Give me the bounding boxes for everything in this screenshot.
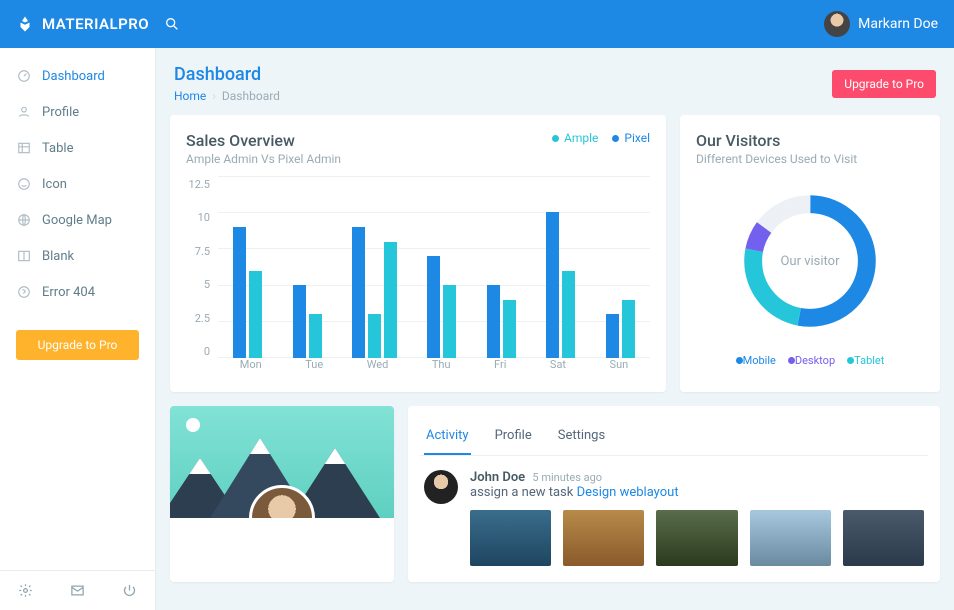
thumbnail[interactable] xyxy=(470,510,551,566)
sidebar: Dashboard Profile Table Icon Google Map … xyxy=(0,48,156,610)
tab-settings[interactable]: Settings xyxy=(556,418,607,455)
table-icon xyxy=(16,140,32,156)
activity-item: John Doe 5 minutes ago assign a new task… xyxy=(424,470,924,566)
activity-time: 5 minutes ago xyxy=(532,471,602,484)
power-icon xyxy=(122,583,137,598)
thumbnail[interactable] xyxy=(750,510,831,566)
sidebar-item-label: Icon xyxy=(42,177,67,192)
profile-cover xyxy=(170,406,394,518)
user-menu[interactable]: Markarn Doe xyxy=(824,11,938,37)
search-icon xyxy=(164,16,180,32)
sidebar-item-label: Blank xyxy=(42,249,74,264)
sidebar-item-label: Profile xyxy=(42,105,79,120)
help-icon xyxy=(16,284,32,300)
logout-button[interactable] xyxy=(122,583,137,598)
visitors-title: Our Visitors xyxy=(696,131,924,150)
settings-button[interactable] xyxy=(18,583,33,598)
sales-overview-card: Sales Overview Ample Admin Vs Pixel Admi… xyxy=(170,115,666,392)
sales-subtitle: Ample Admin Vs Pixel Admin xyxy=(186,152,341,166)
page-title: Dashboard xyxy=(174,64,280,85)
activity-user-name: John Doe xyxy=(470,470,525,485)
nav-list: Dashboard Profile Table Icon Google Map … xyxy=(0,48,155,320)
sidebar-item-error-404[interactable]: Error 404 xyxy=(0,274,155,310)
visitors-card: Our Visitors Different Devices Used to V… xyxy=(680,115,940,392)
visitors-legend: Mobile Desktop Tablet xyxy=(696,354,924,367)
breadcrumb-home[interactable]: Home xyxy=(174,89,206,103)
tabs: Activity Profile Settings xyxy=(420,418,928,456)
tab-profile[interactable]: Profile xyxy=(493,418,534,455)
sidebar-item-blank[interactable]: Blank xyxy=(0,238,155,274)
chart-y-axis: 12.5 10 7.5 5 2.5 0 xyxy=(186,176,216,376)
legend-item-desktop: Desktop xyxy=(788,354,835,367)
mail-icon xyxy=(70,583,85,598)
search-button[interactable] xyxy=(164,16,180,32)
upgrade-button[interactable]: Upgrade to Pro xyxy=(832,70,936,98)
sidebar-item-label: Table xyxy=(42,141,73,156)
smile-icon xyxy=(16,176,32,192)
profile-card xyxy=(170,406,394,582)
tab-activity[interactable]: Activity xyxy=(424,418,471,455)
activity-thumbnails xyxy=(470,510,924,566)
page-header: Dashboard Home › Dashboard Upgrade to Pr… xyxy=(174,64,936,103)
sidebar-item-label: Dashboard xyxy=(42,69,105,84)
legend-item-tablet: Tablet xyxy=(847,354,884,367)
main-content: Dashboard Home › Dashboard Upgrade to Pr… xyxy=(156,48,954,610)
sales-legend: Ample Pixel xyxy=(552,131,650,145)
sidebar-item-profile[interactable]: Profile xyxy=(0,94,155,130)
sidebar-item-label: Google Map xyxy=(42,213,112,228)
mail-button[interactable] xyxy=(70,583,85,598)
brand-icon xyxy=(16,15,34,33)
legend-item-ample: Ample xyxy=(552,131,598,145)
activity-text: assign a new task Design weblayout xyxy=(470,485,924,500)
activity-card: Activity Profile Settings John Doe 5 min… xyxy=(408,406,940,582)
thumbnail[interactable] xyxy=(656,510,737,566)
sales-chart: 12.5 10 7.5 5 2.5 0 MonTueWedThuFriSatSu… xyxy=(186,176,650,376)
thumbnail[interactable] xyxy=(563,510,644,566)
gear-icon xyxy=(18,583,33,598)
brand[interactable]: MATERIALPRO xyxy=(16,15,156,33)
sidebar-item-label: Error 404 xyxy=(42,285,95,300)
visitors-subtitle: Different Devices Used to Visit xyxy=(696,152,924,166)
activity-link[interactable]: Design weblayout xyxy=(577,485,679,500)
user-avatar xyxy=(824,11,850,37)
brand-text: MATERIALPRO xyxy=(42,15,149,33)
legend-item-mobile: Mobile xyxy=(736,354,776,367)
sidebar-upgrade-button[interactable]: Upgrade to Pro xyxy=(16,330,139,360)
donut-center-label: Our visitor xyxy=(780,254,839,269)
user-name: Markarn Doe xyxy=(858,16,938,32)
sales-title: Sales Overview xyxy=(186,131,341,150)
visitors-donut: Our visitor xyxy=(696,176,924,346)
sidebar-footer xyxy=(0,570,155,610)
breadcrumb-current: Dashboard xyxy=(222,89,280,103)
sidebar-item-google-map[interactable]: Google Map xyxy=(0,202,155,238)
topbar: MATERIALPRO Markarn Doe xyxy=(0,0,954,48)
globe-icon xyxy=(16,212,32,228)
sidebar-item-dashboard[interactable]: Dashboard xyxy=(0,58,155,94)
chevron-right-icon: › xyxy=(212,89,216,103)
person-icon xyxy=(16,104,32,120)
sidebar-item-table[interactable]: Table xyxy=(0,130,155,166)
legend-item-pixel: Pixel xyxy=(612,131,650,145)
thumbnail[interactable] xyxy=(843,510,924,566)
gauge-icon xyxy=(16,68,32,84)
sidebar-item-icon[interactable]: Icon xyxy=(0,166,155,202)
breadcrumb: Home › Dashboard xyxy=(174,89,280,103)
activity-avatar xyxy=(424,470,458,504)
columns-icon xyxy=(16,248,32,264)
